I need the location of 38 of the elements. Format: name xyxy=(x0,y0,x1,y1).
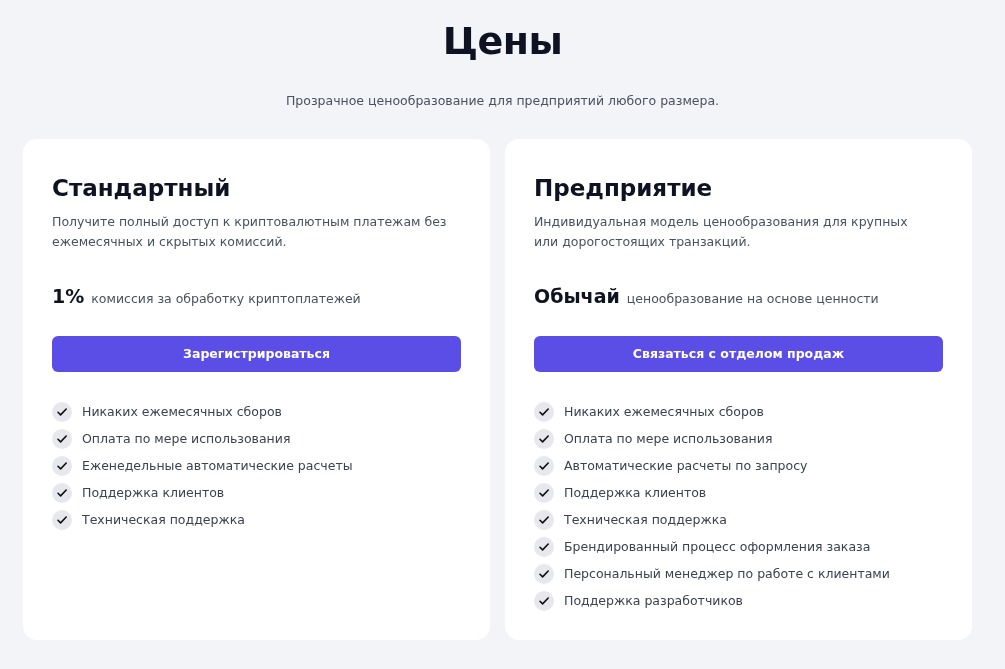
price-value: Обычай xyxy=(534,283,620,309)
feature-text: Еженедельные автоматические расчеты xyxy=(82,456,353,475)
price-note: комиссия за обработку криптоплатежей xyxy=(91,289,361,308)
check-icon xyxy=(534,564,554,585)
plan-description: Получите полный доступ к криптовалютным платежам без ежемесячных и скрытых комиссий. xyxy=(52,212,448,251)
check-icon xyxy=(534,456,554,477)
feature-text: Никаких ежемесячных сборов xyxy=(82,402,282,421)
feature-text: Автоматические расчеты по запросу xyxy=(564,456,808,475)
plan-button[interactable]: Зарегистрироваться xyxy=(52,336,461,373)
feature-text: Никаких ежемесячных сборов xyxy=(564,402,764,421)
check-icon xyxy=(534,510,554,531)
check-icon xyxy=(52,456,72,477)
price-note: ценообразование на основе ценности xyxy=(626,289,879,308)
page-title: Цены xyxy=(441,18,564,65)
feature-text: Поддержка разработчиков xyxy=(564,591,743,610)
page-subtitle: Прозрачное ценообразование для предприятий любого размера. xyxy=(284,92,721,110)
plan-description: Индивидуальная модель ценообразования для крупных или дорогостоящих транзакций. xyxy=(534,212,909,251)
check-icon xyxy=(534,591,554,612)
feature-text: Брендированный процесс оформления заказа xyxy=(564,537,871,556)
feature-text: Оплата по мере использования xyxy=(82,429,291,448)
check-icon xyxy=(52,429,72,450)
feature-text: Поддержка клиентов xyxy=(564,483,707,502)
feature-text: Персональный менеджер по работе с клиентами xyxy=(564,564,890,583)
check-icon xyxy=(52,510,72,531)
feature-text: Техническая поддержка xyxy=(82,510,245,529)
plan-button[interactable]: Связаться с отделом продаж xyxy=(534,336,943,373)
plan-name: Предприятие xyxy=(534,173,714,203)
feature-text: Техническая поддержка xyxy=(564,510,727,529)
check-icon xyxy=(534,402,554,423)
feature-text: Оплата по мере использования xyxy=(564,429,773,448)
price-value: 1% xyxy=(52,283,85,309)
check-icon xyxy=(52,483,72,504)
check-icon xyxy=(534,429,554,450)
check-icon xyxy=(534,537,554,558)
plan-name: Стандартный xyxy=(52,173,232,203)
check-icon xyxy=(534,483,554,504)
feature-text: Поддержка клиентов xyxy=(82,483,225,502)
check-icon xyxy=(52,402,72,423)
